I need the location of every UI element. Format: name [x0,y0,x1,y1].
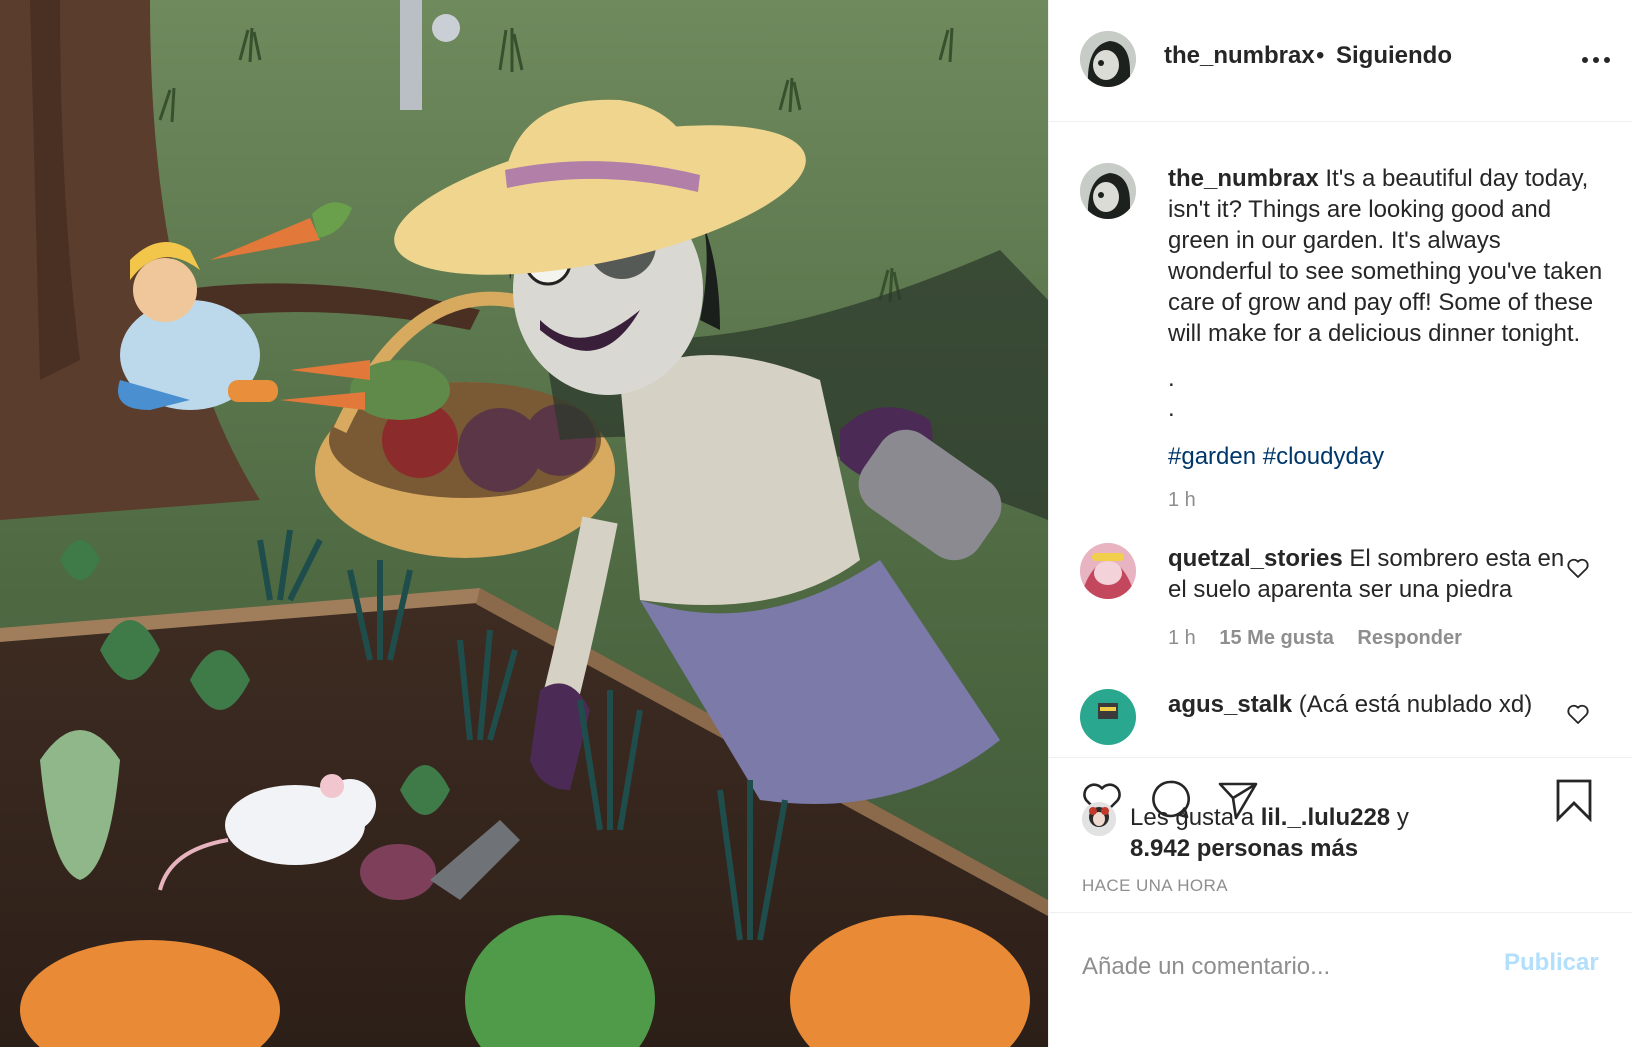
hashtag-link[interactable]: #cloudyday [1263,443,1384,470]
liked-by-text: Les gusta a lil._.lulu228 y 8.942 person… [1130,802,1550,864]
commenter-avatar[interactable] [1080,689,1136,745]
caption-username-link[interactable]: the_numbrax [1168,165,1319,192]
liked-by-username-link[interactable]: lil._.lulu228 [1261,804,1390,831]
caption-body: It's a beautiful day today, isn't it? Th… [1168,165,1603,347]
caption-timestamp[interactable]: 1 h [1168,489,1196,512]
caption-hashtags: #garden #cloudyday [1168,443,1384,471]
bookmark-icon[interactable] [1552,778,1596,823]
hashtag-link[interactable]: #garden [1168,443,1256,470]
comments-list[interactable]: the_numbrax It's a beautiful day today, … [1049,123,1632,755]
liked-by-avatar[interactable] [1082,802,1116,836]
comment-body: (Acá está nublado xd) [1298,691,1533,718]
commenter-avatar[interactable] [1080,543,1136,599]
author-username-link[interactable]: the_numbrax [1164,42,1315,70]
comment-timestamp[interactable]: 1 h [1168,627,1196,649]
comment-like-heart-icon[interactable] [1566,703,1590,725]
comment-input[interactable] [1082,953,1482,981]
reply-button[interactable]: Responder [1357,627,1461,649]
liked-joiner: y [1396,804,1409,831]
add-comment-form: Publicar [1049,912,1632,1048]
post-sidebar: the_numbrax • Siguiendo the_numbrax It's… [1048,0,1632,1047]
publish-button[interactable]: Publicar [1504,949,1599,977]
likes-count-link[interactable]: 8.942 personas más [1130,835,1358,862]
commenter-username-link[interactable]: agus_stalk [1168,691,1292,718]
separator-dot: • [1316,42,1325,69]
caption-text: the_numbrax It's a beautiful day today, … [1168,163,1608,349]
post-header: the_numbrax • Siguiendo [1049,0,1632,122]
post-image[interactable] [0,0,1048,1047]
comment-text: quetzal_stories El sombrero esta en el s… [1168,543,1568,605]
caption-dot-line: . [1168,395,1175,422]
follow-status-button[interactable]: Siguiendo [1336,42,1452,70]
post-timestamp[interactable]: HACE UNA HORA [1082,876,1228,896]
liked-prefix: Les gusta a [1130,804,1255,831]
commenter-username-link[interactable]: quetzal_stories [1168,545,1343,572]
comment-text: agus_stalk (Acá está nublado xd) [1168,689,1568,720]
comment-meta: 1 h 15 Me gusta Responder [1168,627,1480,650]
caption-dot-line: . [1168,365,1175,392]
more-horizontal-icon[interactable] [1579,50,1613,70]
garden-illustration [0,0,1048,1047]
comment-likes-count[interactable]: 15 Me gusta [1219,627,1333,649]
caption-author-avatar[interactable] [1080,163,1136,219]
action-bar [1049,757,1632,823]
comment-like-heart-icon[interactable] [1566,557,1590,579]
author-avatar[interactable] [1080,31,1136,87]
